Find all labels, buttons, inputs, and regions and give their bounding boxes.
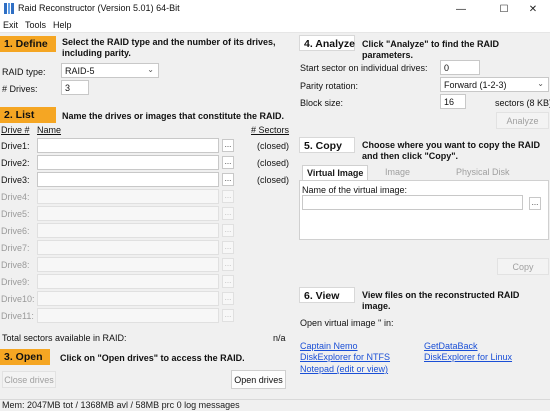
block-size-unit: sectors (8 KB): [495, 98, 550, 108]
drive-label: Drive6:: [1, 226, 30, 236]
raid-type-label: RAID type:: [2, 67, 46, 77]
raid-type-select[interactable]: RAID-5 ⌄: [61, 63, 159, 78]
view-description: View files on the reconstructed RAID ima…: [362, 290, 520, 311]
link-getdataback[interactable]: GetDataBack: [424, 341, 478, 351]
drive-status: (closed): [257, 158, 290, 168]
menu-tools[interactable]: Tools: [25, 20, 46, 30]
drive-label: Drive3:: [1, 175, 30, 185]
copy-button[interactable]: Copy: [497, 258, 549, 275]
minimize-button[interactable]: —: [444, 0, 478, 18]
drive-browse-button[interactable]: ...: [222, 292, 234, 305]
list-badge: 2. List: [0, 107, 56, 123]
drive-browse-button[interactable]: ...: [222, 275, 234, 288]
drive-label: Drive9:: [1, 277, 30, 287]
virtual-image-browse-button[interactable]: ...: [529, 197, 541, 210]
open-virtual-image-label: Open virtual image '' in:: [300, 318, 394, 328]
drive-name-input[interactable]: [37, 155, 219, 170]
drive-browse-button[interactable]: ...: [222, 241, 234, 254]
drive-label: Drive7:: [1, 243, 30, 253]
drive-browse-button[interactable]: ...: [222, 190, 234, 203]
open-drives-button[interactable]: Open drives: [231, 370, 286, 389]
drive-name-input[interactable]: [37, 206, 219, 221]
tab-virtual-image[interactable]: Virtual Image: [302, 165, 369, 180]
col-sectors-header[interactable]: # Sectors: [251, 125, 289, 135]
drive-name-input[interactable]: [37, 291, 219, 306]
drive-name-input[interactable]: [37, 138, 219, 153]
drive-browse-button[interactable]: ...: [222, 224, 234, 237]
drive-status: (closed): [257, 141, 290, 151]
chevron-down-icon: ⌄: [147, 65, 154, 74]
drives-count-input[interactable]: 3: [61, 80, 89, 95]
drive-browse-button[interactable]: ...: [222, 139, 234, 152]
drive-label: Drive4:: [1, 192, 30, 202]
analyze-button[interactable]: Analyze: [496, 112, 549, 129]
drive-browse-button[interactable]: ...: [222, 173, 234, 186]
analyze-badge: 4. Analyze: [299, 35, 355, 51]
app-icon: [4, 3, 15, 14]
status-bar: Mem: 2047MB tot / 1368MB avl / 58MB prc …: [0, 399, 550, 411]
define-description: Select the RAID type and the number of i…: [62, 37, 276, 58]
parity-rotation-label: Parity rotation:: [300, 81, 359, 91]
drive-name-input[interactable]: [37, 308, 219, 323]
drive-name-input[interactable]: [37, 189, 219, 204]
drive-name-input[interactable]: [37, 240, 219, 255]
drive-browse-button[interactable]: ...: [222, 309, 234, 322]
raid-type-value: RAID-5: [65, 66, 95, 76]
window-title: Raid Reconstructor (Version 5.01) 64-Bit: [18, 3, 180, 13]
analyze-description: Click "Analyze" to find the RAID paramet…: [362, 39, 500, 60]
drive-name-input[interactable]: [37, 257, 219, 272]
start-sector-input[interactable]: 0: [440, 60, 480, 75]
tab-image[interactable]: Image: [381, 165, 414, 180]
drive-label: Drive5:: [1, 209, 30, 219]
drive-label: Drive2:: [1, 158, 30, 168]
col-drive-header[interactable]: Drive #: [1, 125, 30, 135]
menu-exit[interactable]: Exit: [3, 20, 18, 30]
view-badge: 6. View: [299, 287, 355, 303]
drives-count-label: # Drives:: [2, 84, 38, 94]
drive-browse-button[interactable]: ...: [222, 258, 234, 271]
chevron-down-icon: ⌄: [537, 79, 544, 88]
drive-name-input[interactable]: [37, 274, 219, 289]
link-captain-nemo[interactable]: Captain Nemo: [300, 341, 358, 351]
close-drives-button[interactable]: Close drives: [2, 371, 56, 388]
parity-rotation-value: Forward (1-2-3): [444, 80, 507, 90]
parity-rotation-select[interactable]: Forward (1-2-3) ⌄: [440, 77, 549, 92]
col-name-header[interactable]: Name: [37, 125, 61, 135]
virtual-image-name-label: Name of the virtual image:: [302, 185, 408, 195]
block-size-label: Block size:: [300, 98, 344, 108]
tab-physical-disk[interactable]: Physical Disk: [452, 165, 514, 180]
open-badge: 3. Open: [0, 349, 50, 365]
drive-browse-button[interactable]: ...: [222, 207, 234, 220]
link-notepad[interactable]: Notepad (edit or view): [300, 364, 388, 374]
drive-label: Drive11:: [1, 311, 34, 321]
menu-help[interactable]: Help: [53, 20, 72, 30]
drive-name-input[interactable]: [37, 172, 219, 187]
drive-browse-button[interactable]: ...: [222, 156, 234, 169]
menu-bar: Exit Tools Help: [0, 18, 550, 33]
total-sectors-label: Total sectors available in RAID:: [2, 333, 127, 343]
drive-status: (closed): [257, 175, 290, 185]
link-diskexplorer-linux[interactable]: DiskExplorer for Linux: [424, 352, 512, 362]
copy-badge: 5. Copy: [299, 137, 355, 153]
drive-label: Drive10:: [1, 294, 35, 304]
close-button[interactable]: ✕: [516, 0, 550, 18]
drive-label: Drive8:: [1, 260, 30, 270]
drive-label: Drive1:: [1, 141, 30, 151]
start-sector-label: Start sector on individual drives:: [300, 63, 428, 73]
title-bar: Raid Reconstructor (Version 5.01) 64-Bit…: [0, 0, 550, 18]
block-size-input[interactable]: 16: [440, 94, 466, 109]
define-badge: 1. Define: [0, 36, 56, 52]
virtual-image-name-input[interactable]: [302, 195, 523, 210]
link-diskexplorer-ntfs[interactable]: DiskExplorer for NTFS: [300, 352, 390, 362]
total-sectors-value: n/a: [273, 333, 286, 343]
open-description: Click on "Open drives" to access the RAI…: [60, 353, 245, 363]
copy-description: Choose where you want to copy the RAID a…: [362, 140, 541, 161]
drive-name-input[interactable]: [37, 223, 219, 238]
list-description: Name the drives or images that constitut…: [62, 111, 285, 121]
